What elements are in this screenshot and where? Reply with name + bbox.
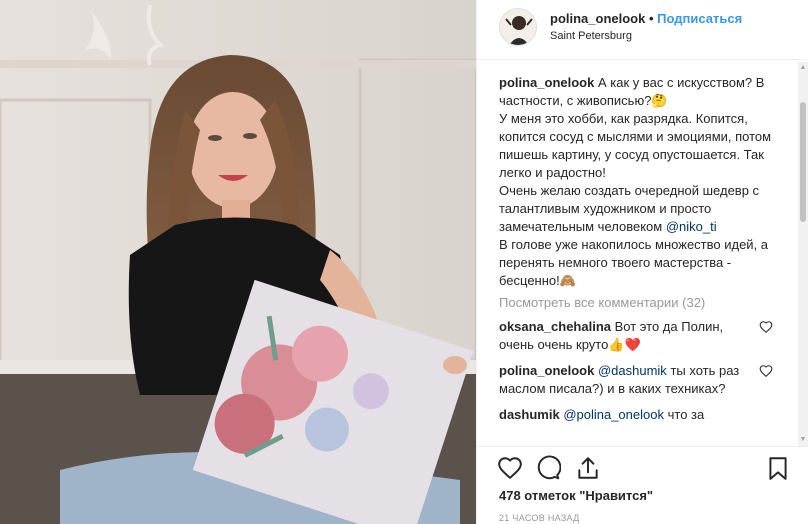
- scrollbar-thumb[interactable]: [800, 102, 806, 222]
- caption-mention[interactable]: @niko_ti: [666, 219, 717, 234]
- share-icon[interactable]: [575, 455, 601, 481]
- location-link[interactable]: Saint Petersburg: [550, 30, 632, 42]
- view-all-comments-link[interactable]: Посмотреть все комментарии (32): [499, 294, 781, 312]
- header-separator: •: [648, 11, 654, 26]
- caption-text-2: У меня это хобби, как разрядка. Копится,…: [499, 111, 772, 180]
- header-username[interactable]: polina_onelook: [550, 11, 645, 26]
- header-line: polina_onelook • Подписаться: [550, 11, 742, 26]
- likes-count[interactable]: 478 отметок "Нравится": [499, 488, 653, 503]
- scroll-down-arrow[interactable]: ▼: [799, 436, 807, 444]
- comment-username[interactable]: oksana_chehalina: [499, 319, 611, 334]
- comment-like-icon[interactable]: [759, 364, 773, 378]
- caption-text-4: В голове уже накопилось множество идей, …: [499, 237, 769, 288]
- comments-list[interactable]: polina_onelook А как у вас с искусством?…: [499, 74, 781, 446]
- comment-username[interactable]: dashumik: [499, 407, 560, 422]
- photo-image: [0, 0, 476, 524]
- follow-button[interactable]: Подписаться: [657, 11, 742, 26]
- avatar-image: [500, 9, 536, 45]
- comment-item: oksana_chehalina Вот это да Полин, очень…: [499, 318, 781, 354]
- post-header: polina_onelook • Подписаться Saint Peter…: [477, 0, 808, 60]
- caption-username[interactable]: polina_onelook: [499, 75, 594, 90]
- bookmark-icon[interactable]: [765, 455, 791, 481]
- heart-icon[interactable]: [497, 455, 523, 481]
- post-photo[interactable]: [0, 0, 476, 524]
- comment-username[interactable]: polina_onelook: [499, 363, 594, 378]
- scroll-up-arrow[interactable]: ▲: [799, 64, 807, 72]
- post-side-panel: polina_onelook • Подписаться Saint Peter…: [476, 0, 808, 524]
- comment-mention[interactable]: @dashumik: [598, 363, 667, 378]
- comment-item: polina_onelook @dashumik ты хоть раз мас…: [499, 362, 781, 398]
- post-caption: polina_onelook А как у вас с искусством?…: [499, 74, 781, 290]
- comment-icon[interactable]: [535, 455, 561, 481]
- comment-text: что за: [667, 407, 705, 422]
- post-actions: 478 отметок "Нравится" 21 ЧАСОВ НАЗАД: [477, 446, 808, 524]
- comment-item: dashumik @polina_onelook что за: [499, 406, 781, 424]
- post-timestamp[interactable]: 21 ЧАСОВ НАЗАД: [499, 513, 580, 523]
- comments-scrollbar[interactable]: ▲ ▼: [798, 62, 808, 446]
- caption-text-3: Очень желаю создать очередной шедевр с т…: [499, 183, 760, 234]
- comment-like-icon[interactable]: [759, 320, 773, 334]
- comment-mention[interactable]: @polina_onelook: [563, 407, 664, 422]
- avatar[interactable]: [499, 8, 537, 46]
